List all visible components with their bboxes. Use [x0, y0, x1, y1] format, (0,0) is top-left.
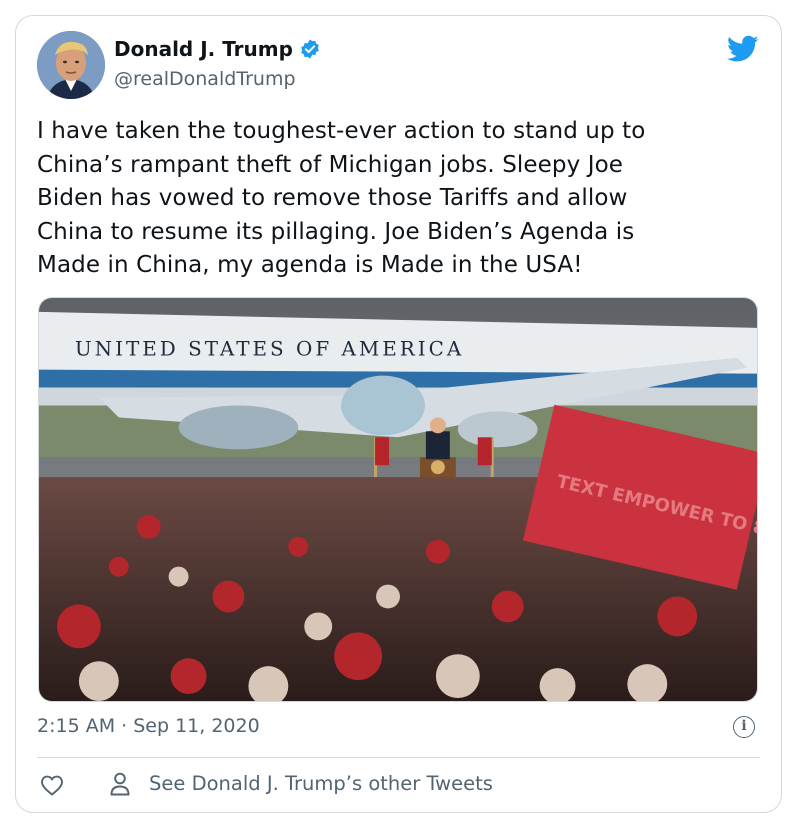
- plane-lettering: UNITED STATES OF AMERICA: [75, 338, 464, 361]
- heart-icon[interactable]: [40, 774, 64, 796]
- tweet-text: I have taken the toughest-ever action to…: [37, 118, 646, 278]
- verified-badge-icon: [301, 39, 319, 59]
- info-icon[interactable]: i: [733, 716, 755, 738]
- tweet-photo[interactable]: UNITED STATES OF AMERICA TEXT EMPOWER TO…: [38, 297, 758, 702]
- twitter-bird-icon[interactable]: [727, 35, 759, 63]
- author-name-text[interactable]: Donald J. Trump: [114, 37, 293, 61]
- author-handle[interactable]: @realDonaldTrump: [114, 68, 296, 90]
- author-avatar[interactable]: [37, 31, 105, 99]
- author-name[interactable]: Donald J. Trump: [114, 37, 321, 61]
- person-icon: [110, 772, 130, 796]
- see-other-tweets-link[interactable]: See Donald J. Trump’s other Tweets: [149, 772, 493, 795]
- divider: [37, 757, 760, 758]
- tweet-timestamp[interactable]: 2:15 AM · Sep 11, 2020: [37, 715, 260, 737]
